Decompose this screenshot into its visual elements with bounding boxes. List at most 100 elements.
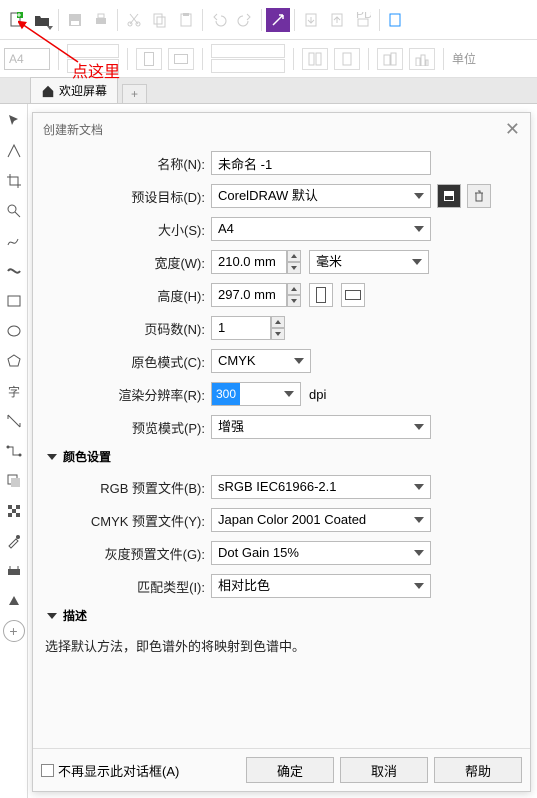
preview-select[interactable]: 增强: [211, 415, 431, 439]
dialog-footer: 不再显示此对话框(A) 确定 取消 帮助: [33, 748, 530, 791]
gray-profile-select[interactable]: Dot Gain 15%: [211, 541, 431, 565]
width-spinner[interactable]: [287, 250, 301, 274]
print-button[interactable]: [89, 8, 113, 32]
shape-tool[interactable]: [3, 140, 25, 162]
landscape-button[interactable]: [168, 48, 194, 70]
preset-select[interactable]: CorelDRAW 默认: [211, 184, 431, 208]
toolbox: 字 +: [0, 104, 28, 798]
cmyk-profile-select[interactable]: Japan Color 2001 Coated: [211, 508, 431, 532]
section-label: 颜色设置: [63, 448, 111, 465]
paste-button[interactable]: [174, 8, 198, 32]
width-field[interactable]: [67, 44, 119, 58]
interactive-fill-tool[interactable]: [3, 560, 25, 582]
new-document-dialog: 创建新文档 ✕ 名称(N): 预设目标(D): CorelDRAW 默认 大小(…: [32, 112, 531, 792]
render-res-select[interactable]: 300: [211, 382, 301, 406]
rgb-profile-select[interactable]: sRGB IEC61966-2.1: [211, 475, 431, 499]
artistic-media-tool[interactable]: [3, 260, 25, 282]
portrait-button[interactable]: [136, 48, 162, 70]
pages-spinner[interactable]: [271, 316, 285, 340]
add-tool-button[interactable]: +: [3, 620, 25, 642]
align-button-1[interactable]: [377, 48, 403, 70]
svg-text:字: 字: [8, 384, 20, 399]
freehand-tool[interactable]: [3, 230, 25, 252]
undo-button[interactable]: [207, 8, 231, 32]
open-button[interactable]: [30, 8, 54, 32]
dpi-label: dpi: [309, 387, 326, 402]
rectangle-tool[interactable]: [3, 290, 25, 312]
pick-tool[interactable]: [3, 110, 25, 132]
parallel-dim-tool[interactable]: [3, 410, 25, 432]
dialog-body: 名称(N): 预设目标(D): CorelDRAW 默认 大小(S): A4 宽…: [33, 145, 530, 748]
pdf-button[interactable]: PDF: [351, 8, 375, 32]
section-label: 描述: [63, 607, 87, 624]
pages-input[interactable]: 1: [211, 316, 271, 340]
triangle-icon: [47, 613, 57, 619]
current-page-button[interactable]: [334, 48, 360, 70]
scale-y-field[interactable]: [211, 59, 285, 73]
text-tool[interactable]: 字: [3, 380, 25, 402]
cut-button[interactable]: [122, 8, 146, 32]
delete-preset-button[interactable]: [467, 184, 491, 208]
landscape-orient[interactable]: [341, 283, 365, 307]
separator: [443, 48, 444, 70]
smart-fill-tool[interactable]: [3, 590, 25, 612]
label-gray-profile: 灰度预置文件(G):: [43, 544, 211, 563]
cancel-button[interactable]: 取消: [340, 757, 428, 783]
zoom-tool[interactable]: [3, 200, 25, 222]
separator: [58, 9, 59, 31]
save-button[interactable]: [63, 8, 87, 32]
unit-select[interactable]: 毫米: [309, 250, 429, 274]
label-preview: 预览模式(P):: [43, 418, 211, 437]
tab-add[interactable]: +: [122, 84, 147, 103]
page-size-dropdown[interactable]: A4: [4, 48, 50, 70]
separator: [127, 48, 128, 70]
section-desc[interactable]: 描述: [47, 607, 520, 624]
all-pages-button[interactable]: [302, 48, 328, 70]
separator: [293, 48, 294, 70]
close-icon[interactable]: ✕: [505, 119, 520, 140]
label-width: 宽度(W):: [43, 253, 211, 272]
height-input[interactable]: 297.0 mm: [211, 283, 287, 307]
section-color[interactable]: 颜色设置: [47, 448, 520, 465]
save-preset-button[interactable]: [437, 184, 461, 208]
dialog-title: 创建新文档: [43, 121, 103, 138]
separator: [58, 48, 59, 70]
dialog-titlebar: 创建新文档 ✕: [33, 113, 530, 145]
size-select[interactable]: A4: [211, 217, 431, 241]
separator: [379, 9, 380, 31]
height-spinner[interactable]: [287, 283, 301, 307]
eyedropper-tool[interactable]: [3, 530, 25, 552]
extra-button[interactable]: [384, 8, 408, 32]
label-cmyk-profile: CMYK 预置文件(Y):: [43, 511, 211, 530]
effects-button[interactable]: [266, 8, 290, 32]
portrait-orient[interactable]: [309, 283, 333, 307]
dont-show-checkbox[interactable]: 不再显示此对话框(A): [41, 761, 179, 780]
scale-x-field[interactable]: [211, 44, 285, 58]
drop-shadow-tool[interactable]: [3, 470, 25, 492]
help-button[interactable]: 帮助: [434, 757, 522, 783]
tab-label: 欢迎屏幕: [59, 82, 107, 99]
import-button[interactable]: [299, 8, 323, 32]
new-doc-button[interactable]: [4, 8, 28, 32]
colormode-select[interactable]: CMYK: [211, 349, 311, 373]
connector-tool[interactable]: [3, 440, 25, 462]
crop-tool[interactable]: [3, 170, 25, 192]
triangle-icon: [47, 454, 57, 460]
separator: [294, 9, 295, 31]
main-toolbar: PDF: [0, 0, 537, 40]
match-type-select[interactable]: 相对比色: [211, 574, 431, 598]
redo-button[interactable]: [233, 8, 257, 32]
polygon-tool[interactable]: [3, 350, 25, 372]
transparency-tool[interactable]: [3, 500, 25, 522]
annotation-text: 点这里: [72, 58, 120, 82]
name-input[interactable]: [211, 151, 431, 175]
checkbox-label: 不再显示此对话框(A): [58, 761, 179, 780]
copy-button[interactable]: [148, 8, 172, 32]
ok-button[interactable]: 确定: [246, 757, 334, 783]
separator: [202, 9, 203, 31]
align-button-2[interactable]: [409, 48, 435, 70]
unit-label: 单位: [452, 50, 476, 67]
ellipse-tool[interactable]: [3, 320, 25, 342]
width-input[interactable]: 210.0 mm: [211, 250, 287, 274]
export-button[interactable]: [325, 8, 349, 32]
